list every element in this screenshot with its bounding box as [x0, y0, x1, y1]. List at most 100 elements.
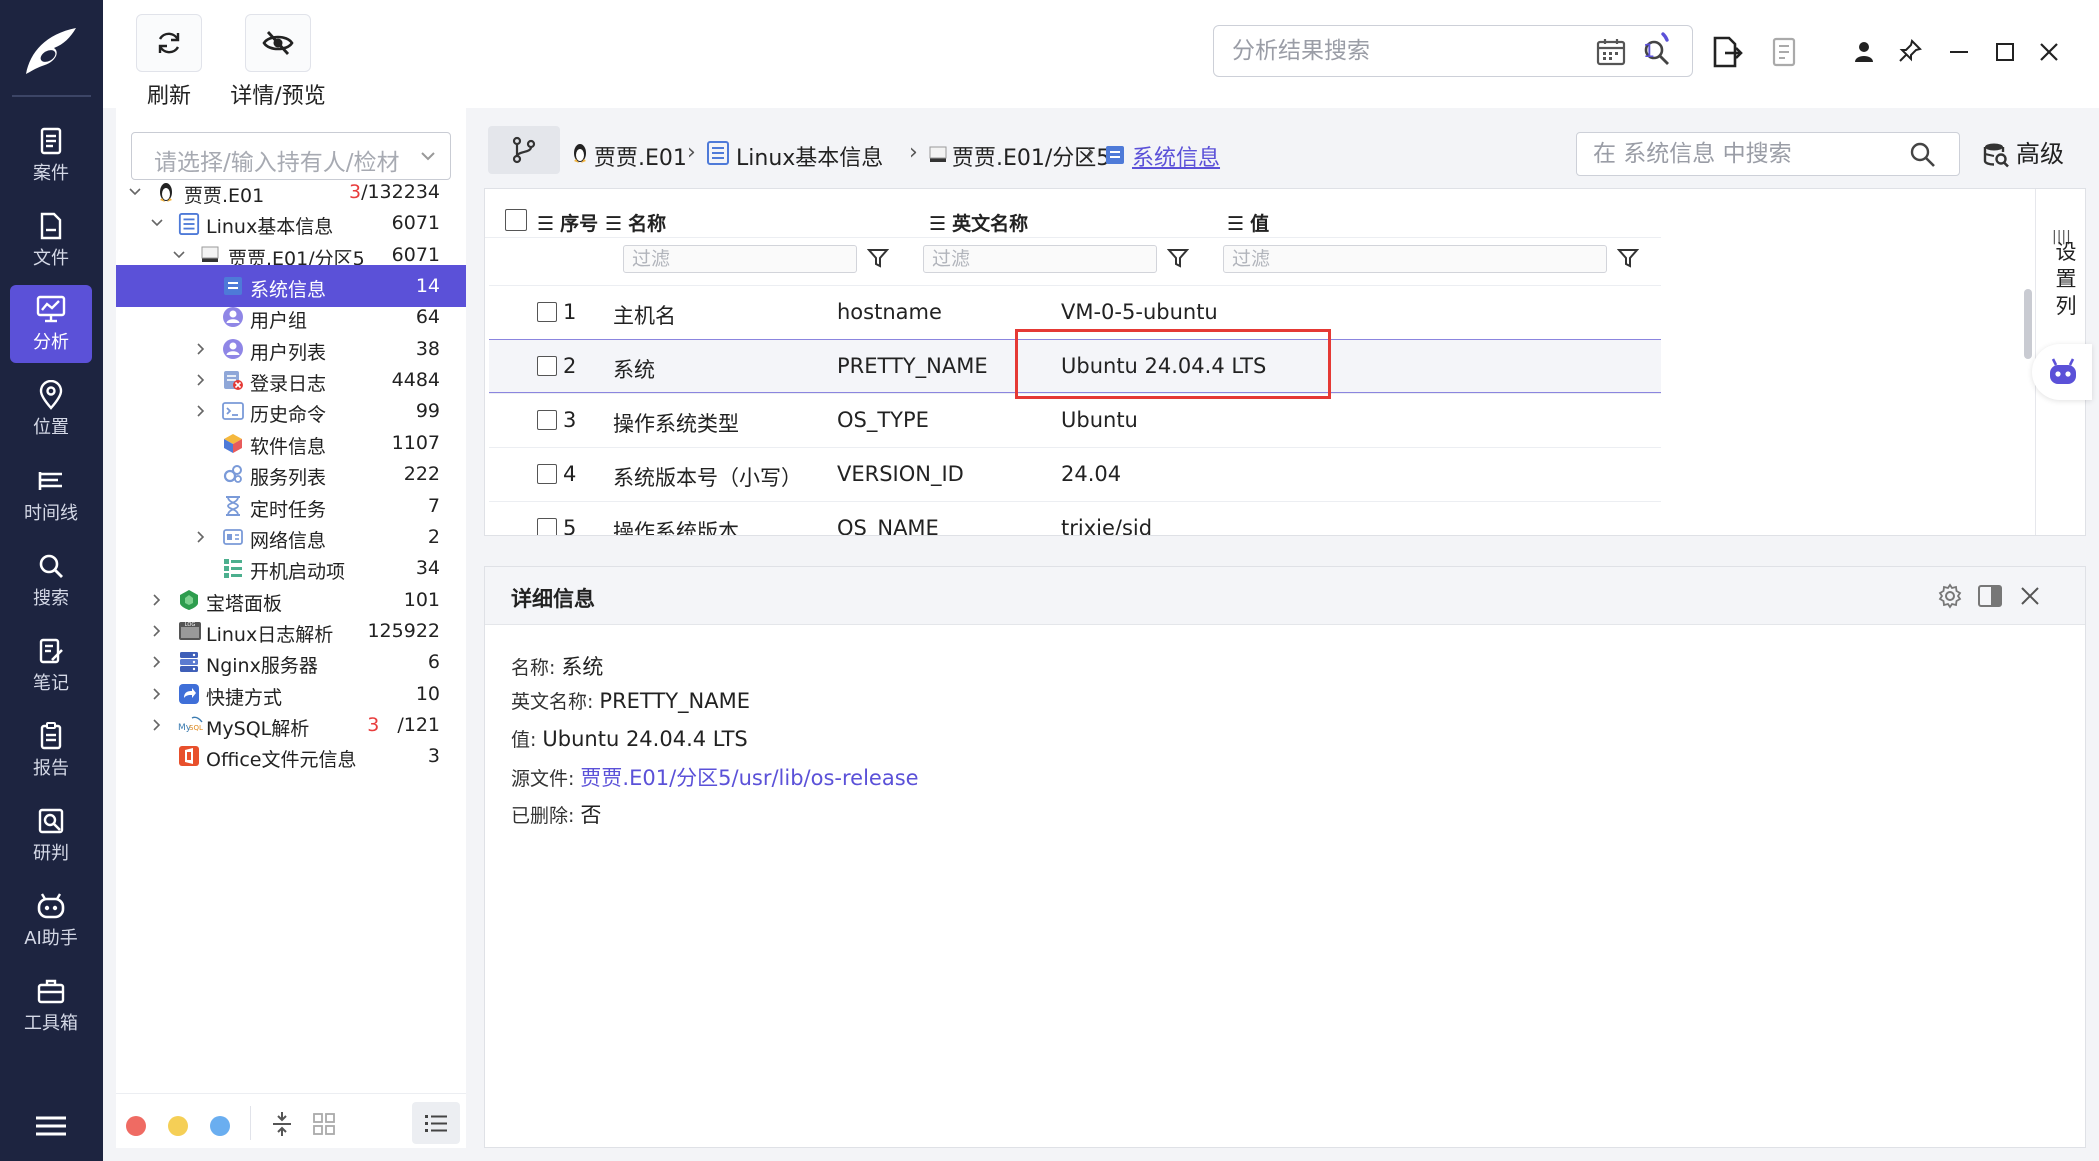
column-header-value[interactable]: ☰ 值 — [1227, 209, 1269, 236]
network-icon — [222, 526, 244, 548]
chevron-right-icon[interactable] — [194, 342, 208, 356]
filter-input-value[interactable]: 过滤 — [1223, 245, 1607, 273]
nav-case[interactable]: 案件 — [10, 118, 92, 196]
column-header-value-label: 值 — [1250, 213, 1270, 235]
table-row[interactable]: 3 操作系统类型 OS_TYPE Ubuntu — [489, 393, 1661, 447]
chevron-right-icon[interactable] — [194, 373, 208, 387]
refresh-button[interactable]: 刷新 — [131, 14, 207, 110]
row-checkbox[interactable] — [537, 356, 557, 376]
calendar-icon[interactable] — [1596, 38, 1626, 66]
row-checkbox[interactable] — [537, 410, 557, 430]
table-row[interactable]: 5 操作系统版本 OS_NAME trixie/sid — [489, 501, 1661, 536]
nav-file[interactable]: 文件 — [10, 203, 92, 281]
tree-item-count-total: 64 — [415, 306, 440, 329]
cell-en-name: OS_NAME — [837, 516, 939, 536]
search-icon[interactable] — [1909, 141, 1937, 169]
nav-report-label: 报告 — [33, 758, 69, 779]
nav-search[interactable]: 搜索 — [10, 543, 92, 621]
pin-icon[interactable] — [1897, 38, 1923, 64]
filter-input-name[interactable]: 过滤 — [623, 245, 857, 273]
close-icon[interactable] — [2019, 585, 2041, 607]
svg-text:LOG: LOG — [185, 622, 196, 628]
grid-view-icon[interactable] — [312, 1112, 336, 1136]
analysis-icon — [36, 295, 66, 323]
column-header-en-name-label: 英文名称 — [952, 213, 1029, 235]
yellow-status-dot[interactable] — [168, 1116, 188, 1136]
branch-toggle-button[interactable] — [488, 126, 560, 174]
row-checkbox[interactable] — [537, 302, 557, 322]
chevron-right-icon[interactable] — [150, 593, 164, 607]
tree-item[interactable]: Office文件元信息 3 — [116, 735, 466, 777]
nav-location[interactable]: 位置 — [10, 372, 92, 450]
gear-icon[interactable] — [1937, 583, 1963, 609]
content-area: 贾贾.E01 › Linux基本信息 › 贾贾.E01/分区5 › 系统信息 高… — [484, 108, 2086, 1148]
chevron-right-icon[interactable] — [150, 655, 164, 669]
user-icon[interactable] — [1853, 40, 1875, 64]
tree-item-count: 7 — [428, 495, 440, 517]
tree-item-count-total: 6 — [427, 651, 440, 674]
table-row[interactable]: 4 系统版本号（小写） VERSION_ID 24.04 — [489, 447, 1661, 501]
analysis-search-input[interactable] — [1230, 34, 1580, 68]
breadcrumb-item-linux-info[interactable]: Linux基本信息 — [736, 140, 883, 172]
column-header-no[interactable]: ☰ 序号 — [537, 209, 598, 236]
chevron-right-icon[interactable] — [150, 624, 164, 638]
close-icon[interactable] — [2037, 40, 2061, 64]
chevron-right-icon[interactable] — [150, 687, 164, 701]
ai-assistant-float-button[interactable] — [2032, 344, 2092, 400]
chevron-down-icon[interactable] — [150, 216, 164, 230]
chevron-down-icon[interactable] — [172, 248, 186, 262]
filter-icon[interactable] — [1167, 247, 1189, 269]
hamburger-menu-icon[interactable] — [33, 1112, 69, 1142]
column-header-name[interactable]: ☰ 名称 — [605, 209, 666, 236]
tree-item-count-total: 1107 — [391, 431, 440, 454]
vertical-scrollbar-thumb[interactable] — [2024, 289, 2032, 359]
filter-input-en-name[interactable]: 过滤 — [923, 245, 1157, 273]
collapse-all-icon[interactable] — [270, 1110, 294, 1138]
nav-judge[interactable]: 研判 — [10, 798, 92, 876]
in-page-search-input[interactable] — [1591, 139, 1911, 169]
chevron-down-icon[interactable] — [128, 185, 142, 199]
maximize-icon[interactable] — [1993, 40, 2017, 64]
export-icon[interactable] — [1711, 35, 1743, 69]
detail-field-name: 名称: 系统 — [511, 651, 603, 681]
nav-ai-assistant[interactable]: AI助手 — [10, 883, 92, 961]
source-file-link[interactable]: 贾贾.E01/分区5/usr/lib/os-release — [580, 766, 918, 790]
red-status-dot[interactable] — [126, 1116, 146, 1136]
tree-item-count-total: 10 — [415, 682, 440, 705]
select-all-checkbox[interactable] — [505, 209, 527, 231]
nav-toolbox[interactable]: 工具箱 — [10, 968, 92, 1046]
report-doc-icon[interactable] — [1771, 36, 1799, 68]
terminal-icon — [222, 400, 244, 422]
cell-value: VM-0-5-ubuntu — [1061, 300, 1218, 324]
split-panel-icon[interactable] — [1977, 583, 2003, 609]
hourglass-icon — [222, 495, 244, 517]
row-checkbox[interactable] — [537, 464, 557, 484]
filter-icon[interactable] — [1617, 247, 1639, 269]
list-view-button[interactable] — [412, 1102, 460, 1144]
robot-icon — [2050, 358, 2076, 384]
blue-status-dot[interactable] — [210, 1116, 230, 1136]
chevron-right-icon[interactable] — [150, 718, 164, 732]
task-progress-indicator[interactable]: 1 — [1633, 26, 1679, 72]
chevron-right-icon[interactable] — [194, 530, 208, 544]
nav-report[interactable]: 报告 — [10, 713, 92, 791]
breadcrumb: 贾贾.E01 › Linux基本信息 › 贾贾.E01/分区5 › 系统信息 高… — [484, 118, 2086, 182]
breadcrumb-item-current[interactable]: 系统信息 — [1132, 140, 1220, 172]
filter-icon[interactable] — [867, 247, 889, 269]
tree-item-count-total: /121 — [397, 713, 440, 736]
minimize-icon[interactable] — [1947, 40, 1971, 64]
file-icon — [40, 212, 62, 240]
nav-notes[interactable]: 笔记 — [10, 628, 92, 706]
column-header-en-name[interactable]: ☰ 英文名称 — [929, 209, 1028, 236]
list-view-icon — [425, 1115, 447, 1132]
column-settings-button[interactable]: 设置列 — [2053, 239, 2079, 320]
column-header-name-label: 名称 — [628, 213, 667, 235]
nav-analysis[interactable]: 分析 — [10, 285, 92, 363]
breadcrumb-item-evidence[interactable]: 贾贾.E01 — [594, 140, 687, 172]
advanced-search-button[interactable]: 高级 — [1982, 134, 2064, 169]
chevron-right-icon[interactable] — [194, 404, 208, 418]
tree-item-count-alert: 3 — [367, 713, 380, 736]
row-checkbox[interactable] — [537, 518, 557, 535]
detail-preview-button[interactable]: 详情/预览 — [213, 14, 343, 110]
nav-timeline[interactable]: 时间线 — [10, 458, 92, 536]
